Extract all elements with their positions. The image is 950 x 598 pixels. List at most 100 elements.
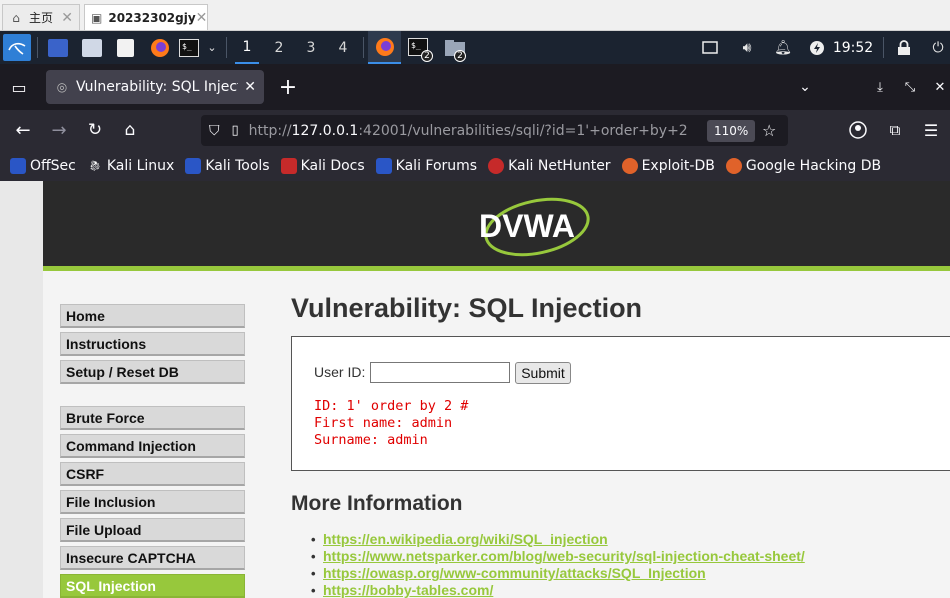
dvwa-favicon-icon: ◎ — [56, 80, 68, 94]
files-count-badge: 2 — [454, 50, 466, 62]
close-window-icon[interactable]: ✕ — [928, 75, 950, 99]
terminal-taskbar-icon[interactable]: $_ 2 — [404, 31, 434, 64]
kali-tools-icon — [185, 158, 202, 174]
close-icon[interactable]: ✕ — [196, 10, 208, 26]
menu-item-file-upload[interactable]: File Upload — [60, 518, 245, 542]
list-item: https://en.wikipedia.org/wiki/SQL_inject… — [311, 531, 805, 548]
result-id-line: ID: 1' order by 2 # — [314, 398, 469, 414]
kali-menu-icon[interactable] — [3, 34, 31, 61]
zoom-level-button[interactable]: 110% — [707, 120, 756, 142]
menu-item-file-inclusion[interactable]: File Inclusion — [60, 490, 245, 514]
close-tab-icon[interactable]: ✕ — [244, 79, 256, 95]
terminal-count-badge: 2 — [421, 50, 433, 62]
restore-icon[interactable]: ⤡ — [898, 75, 922, 99]
bookmark-kali-tools[interactable]: Kali Tools — [185, 158, 270, 174]
svg-text:DVWA: DVWA — [479, 208, 575, 244]
ghdb-icon — [725, 158, 742, 174]
notification-bell-icon[interactable]: 🔔︎ — [773, 31, 793, 64]
url-bar[interactable]: ⛉ ▯ http://127.0.0.1:42001/vulnerabiliti… — [201, 115, 788, 146]
link-bobby-tables[interactable]: https://bobby-tables.com/ — [323, 582, 493, 598]
menu-item-setup[interactable]: Setup / Reset DB — [60, 360, 245, 384]
submit-button[interactable]: Submit — [515, 362, 571, 384]
menu-item-sql-injection[interactable]: SQL Injection — [60, 574, 245, 598]
desktop-icon[interactable] — [48, 39, 68, 57]
files-taskbar-icon[interactable]: 2 — [440, 31, 470, 64]
site-security-icon[interactable]: ⛉ — [209, 123, 220, 139]
volume-icon[interactable]: 🔊︎ — [736, 31, 758, 64]
list-item: https://owasp.org/www-community/attacks/… — [311, 565, 805, 582]
bookmark-kali-nethunter[interactable]: Kali NetHunter — [488, 158, 611, 174]
menu-hamburger-icon[interactable]: ☰ — [919, 118, 943, 142]
bookmark-google-hacking-db[interactable]: Google Hacking DB — [725, 158, 881, 174]
browser-nav-bar: ← → ↻ ⌂ ⛉ ▯ http://127.0.0.1:42001/vulne… — [0, 110, 950, 151]
text-editor-icon[interactable] — [117, 39, 134, 57]
chevron-down-icon[interactable]: ⌄ — [204, 31, 220, 64]
display-icon[interactable] — [700, 31, 720, 64]
url-text[interactable]: http://127.0.0.1:42001/vulnerabilities/s… — [249, 123, 689, 139]
link-netsparker-cheatsheet[interactable]: https://www.netsparker.com/blog/web-secu… — [323, 548, 805, 564]
bookmark-kali-forums[interactable]: Kali Forums — [375, 158, 477, 174]
bookmark-kali-docs[interactable]: Kali Docs — [280, 158, 365, 174]
user-id-label: User ID: — [314, 364, 366, 380]
tab-title: Vulnerability: SQL Injectio — [76, 79, 239, 95]
bookmark-offsec[interactable]: OffSec — [10, 158, 76, 174]
menu-item-instructions[interactable]: Instructions — [60, 332, 245, 356]
dvwa-side-menu: Home Instructions Setup / Reset DB Brute… — [60, 304, 245, 598]
power-icon[interactable]: ⏻ — [928, 31, 948, 64]
link-wikipedia-sqli[interactable]: https://en.wikipedia.org/wiki/SQL_inject… — [323, 531, 608, 547]
offsec-icon — [10, 158, 26, 174]
firefox-taskbar-icon[interactable] — [368, 31, 401, 64]
bookmark-exploit-db[interactable]: Exploit-DB — [621, 158, 715, 174]
power-status-icon[interactable] — [807, 31, 827, 64]
lock-icon[interactable] — [894, 31, 914, 64]
dvwa-header: DVWA — [43, 181, 950, 271]
clock[interactable]: 19:52 — [832, 31, 874, 64]
kali-docs-icon — [280, 158, 297, 174]
menu-item-csrf[interactable]: CSRF — [60, 462, 245, 486]
vulnerable-code-area: User ID: Submit ID: 1' order by 2 # First… — [291, 336, 950, 471]
bookmark-kali-linux[interactable]: 🐉︎ Kali Linux — [87, 158, 175, 174]
file-manager-icon[interactable] — [82, 39, 102, 57]
menu-item-home[interactable]: Home — [60, 304, 245, 328]
page-title: Vulnerability: SQL Injection — [291, 293, 643, 323]
link-owasp-sqli[interactable]: https://owasp.org/www-community/attacks/… — [323, 565, 706, 581]
list-tabs-chevron-icon[interactable]: ⌄ — [793, 75, 817, 99]
host-tab-label: 主页 — [29, 11, 54, 25]
result-surname-line: Surname: admin — [314, 432, 428, 448]
extensions-icon[interactable]: ⧉ — [883, 118, 907, 142]
list-item: https://bobby-tables.com/ — [311, 582, 805, 598]
firefox-icon[interactable] — [148, 31, 172, 64]
exploit-db-icon — [621, 158, 638, 174]
host-tab-home[interactable]: ⌂ 主页 ✕ — [2, 4, 80, 30]
menu-item-command-injection[interactable]: Command Injection — [60, 434, 245, 458]
tab-overview-icon[interactable]: ▭ — [7, 75, 31, 99]
web-page: DVWA Home Instructions Setup / Reset DB … — [0, 181, 950, 598]
page-info-icon[interactable]: ▯ — [232, 123, 239, 138]
bookmark-star-icon[interactable]: ☆ — [762, 121, 776, 140]
back-icon[interactable]: ← — [11, 118, 35, 142]
host-tab-label: 20232302gjy — [108, 10, 196, 25]
workspace-2[interactable]: 2 — [267, 31, 291, 64]
reload-icon[interactable]: ↻ — [83, 118, 107, 142]
menu-item-insecure-captcha[interactable]: Insecure CAPTCHA — [60, 546, 245, 570]
main-area: Home Instructions Setup / Reset DB Brute… — [43, 276, 950, 598]
page-gutter — [0, 181, 43, 598]
home-icon[interactable]: ⌂ — [118, 118, 142, 142]
browser-tab-active[interactable]: ◎ Vulnerability: SQL Injectio ✕ — [46, 70, 264, 104]
account-icon[interactable] — [846, 118, 870, 142]
workspace-4[interactable]: 4 — [331, 31, 355, 64]
list-item: https://www.netsparker.com/blog/web-secu… — [311, 548, 805, 565]
user-id-input[interactable] — [370, 362, 510, 383]
forward-icon[interactable]: → — [47, 118, 71, 142]
workspace-1[interactable]: 1 — [235, 31, 259, 64]
host-tab-vm[interactable]: ▣ 20232302gjy ✕ — [84, 4, 208, 30]
menu-item-brute-force[interactable]: Brute Force — [60, 406, 245, 430]
dvwa-logo: DVWA — [479, 197, 590, 257]
more-information-links: https://en.wikipedia.org/wiki/SQL_inject… — [311, 531, 805, 598]
minimize-icon[interactable]: ⤓ — [868, 75, 892, 99]
terminal-icon[interactable]: $_ — [178, 31, 200, 64]
svg-text:$_: $_ — [182, 42, 192, 51]
close-icon[interactable]: ✕ — [61, 10, 73, 26]
workspace-3[interactable]: 3 — [299, 31, 323, 64]
new-tab-icon[interactable]: + — [276, 75, 300, 100]
